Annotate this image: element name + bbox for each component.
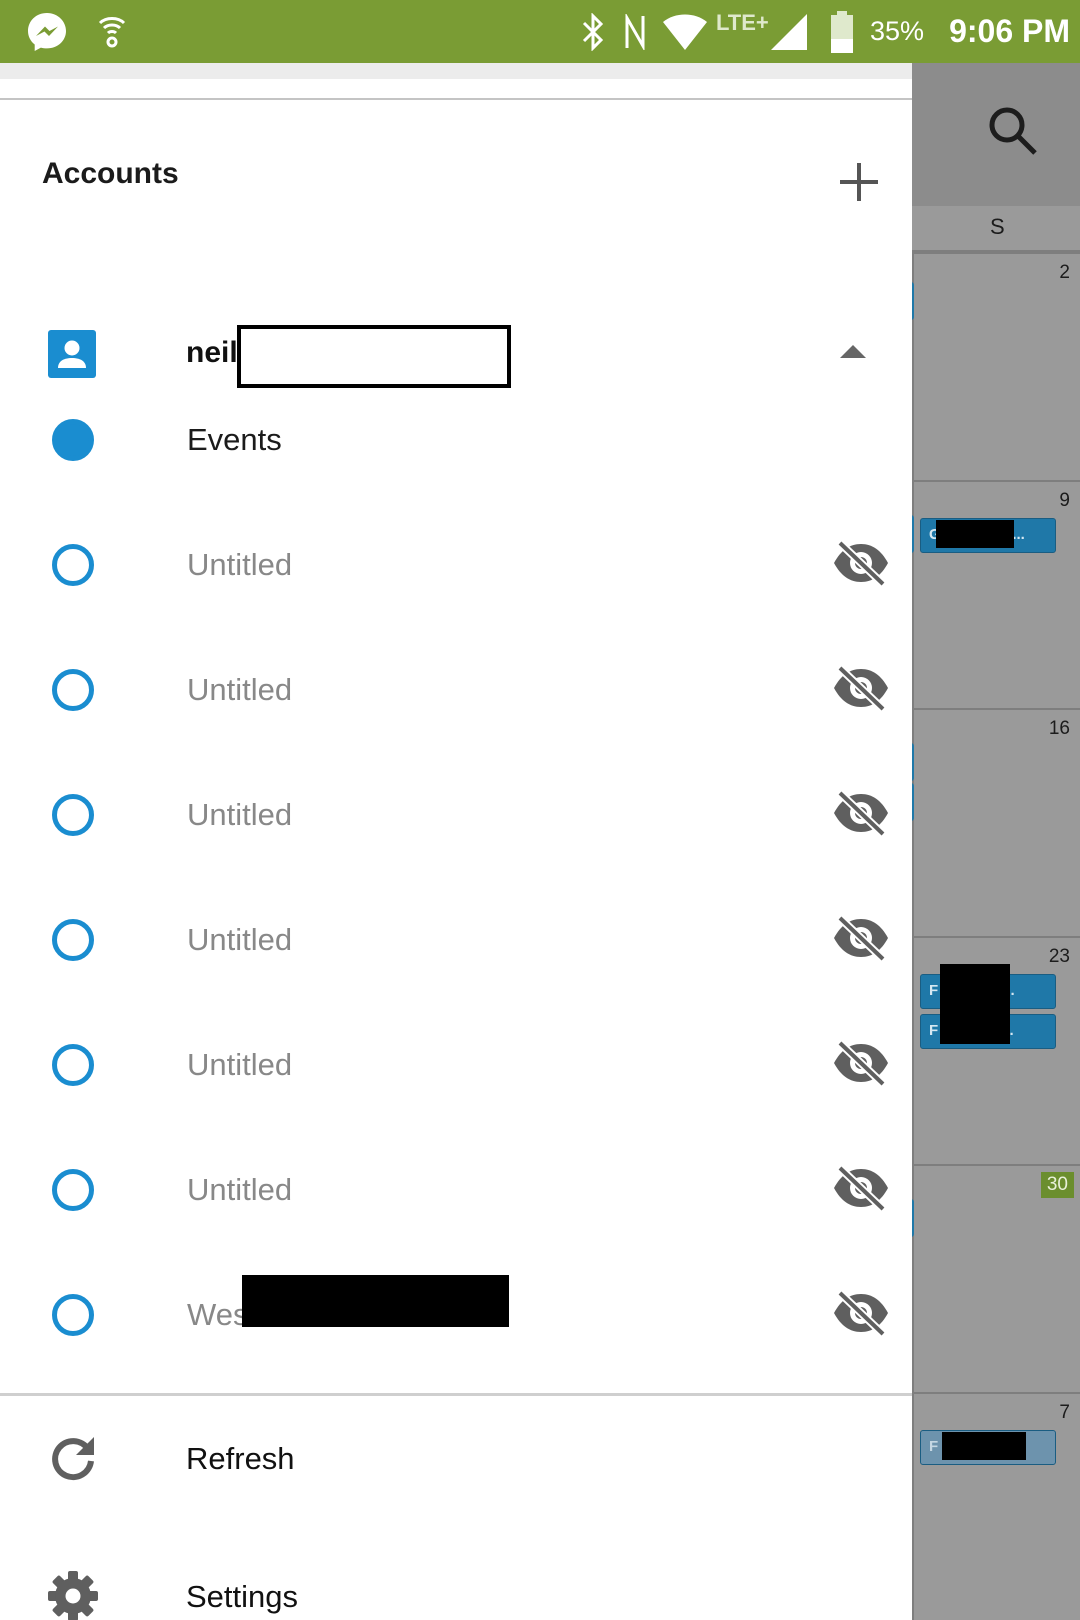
refresh-icon bbox=[45, 1430, 101, 1486]
network-type: LTE+ bbox=[716, 10, 769, 35]
messenger-icon bbox=[22, 0, 72, 63]
calendar-color-dot[interactable] bbox=[52, 794, 94, 836]
visibility-off-icon[interactable] bbox=[830, 657, 892, 719]
visibility-off-icon[interactable] bbox=[830, 1032, 892, 1094]
calendar-color-dot[interactable] bbox=[52, 1044, 94, 1086]
battery-percent: 35% bbox=[870, 16, 925, 46]
day-number: 7 bbox=[1059, 1402, 1070, 1423]
calendar-day-cell[interactable]: 9 G ni... bbox=[912, 480, 1080, 708]
day-number: 9 bbox=[1059, 490, 1070, 511]
calendar-label: Untitled bbox=[187, 672, 293, 707]
day-number: 2 bbox=[1059, 262, 1070, 283]
calendar-label: Untitled bbox=[187, 1047, 293, 1082]
calendar-color-dot[interactable] bbox=[52, 1294, 94, 1336]
calendar-item[interactable]: Untitled bbox=[0, 628, 912, 748]
calendar-item-events[interactable]: Events bbox=[0, 378, 912, 498]
plus-icon bbox=[840, 163, 878, 201]
drawer-header-strip bbox=[0, 63, 912, 79]
day-number: 16 bbox=[1048, 718, 1070, 739]
calendar-day-cell[interactable]: 2 bbox=[912, 252, 1080, 480]
refresh-menu-item[interactable]: Refresh bbox=[0, 1403, 912, 1513]
cell-signal-icon bbox=[768, 0, 810, 63]
settings-menu-item[interactable]: Settings bbox=[0, 1541, 912, 1620]
status-bar: LTE+ 35% 9:06 PM bbox=[0, 0, 1080, 63]
battery-icon bbox=[828, 0, 856, 63]
refresh-label: Refresh bbox=[186, 1441, 295, 1476]
divider bbox=[0, 98, 912, 100]
visibility-off-icon[interactable] bbox=[830, 1157, 892, 1219]
calendar-label: Wes bbox=[187, 1297, 249, 1332]
accounts-title: Accounts bbox=[42, 157, 179, 190]
calendar-label: Events bbox=[187, 422, 282, 457]
account-name: neil bbox=[186, 336, 238, 369]
redaction bbox=[940, 964, 1010, 1044]
calendar-color-dot[interactable] bbox=[52, 919, 94, 961]
calendar-item[interactable]: Wes bbox=[0, 1253, 912, 1373]
calendar-day-cell[interactable]: 23 F Wi... F To... bbox=[912, 936, 1080, 1164]
calendar-item[interactable]: Untitled bbox=[0, 1128, 912, 1248]
account-box-icon bbox=[48, 330, 96, 378]
arrow-drop-up-icon[interactable] bbox=[838, 342, 874, 368]
visibility-off-icon[interactable] bbox=[830, 1282, 892, 1344]
calendar-item[interactable]: Untitled bbox=[0, 878, 912, 998]
add-account-button[interactable] bbox=[828, 151, 890, 213]
gear-icon bbox=[45, 1568, 101, 1620]
nfc-icon bbox=[620, 0, 650, 63]
calendar-item[interactable]: Untitled bbox=[0, 753, 912, 873]
calendar-day-cell[interactable]: 30 bbox=[912, 1164, 1080, 1392]
calendar-label: Untitled bbox=[187, 547, 293, 582]
calendar-color-dot[interactable] bbox=[52, 544, 94, 586]
calendar-color-dot[interactable] bbox=[52, 1169, 94, 1211]
clock: 9:06 PM bbox=[949, 13, 1070, 49]
bluetooth-icon bbox=[578, 0, 608, 63]
calendar-day-cell[interactable]: 16 bbox=[912, 708, 1080, 936]
day-number: 23 bbox=[1048, 946, 1070, 967]
calendar-item[interactable]: Untitled bbox=[0, 1003, 912, 1123]
wifi-icon bbox=[660, 0, 710, 63]
visibility-off-icon[interactable] bbox=[830, 532, 892, 594]
visibility-off-icon[interactable] bbox=[830, 782, 892, 844]
calendar-color-dot[interactable] bbox=[52, 419, 94, 461]
navigation-drawer: Accounts neil Events Untitled Untitled U… bbox=[0, 63, 912, 1620]
redaction bbox=[242, 1275, 509, 1327]
today-day-number: 30 bbox=[1040, 1172, 1074, 1198]
calendar-label: Untitled bbox=[187, 922, 293, 957]
calendar-day-cell[interactable]: 7 F T... bbox=[912, 1392, 1080, 1620]
calendar-label: Untitled bbox=[187, 797, 293, 832]
redaction bbox=[942, 1432, 1026, 1460]
wifi-hotspot-icon bbox=[94, 0, 130, 63]
settings-label: Settings bbox=[186, 1579, 299, 1614]
visibility-off-icon[interactable] bbox=[830, 907, 892, 969]
calendar-item[interactable]: Untitled bbox=[0, 503, 912, 623]
search-icon[interactable] bbox=[985, 103, 1045, 163]
calendar-color-dot[interactable] bbox=[52, 669, 94, 711]
weekday-label: S bbox=[990, 214, 1005, 239]
calendar-label: Untitled bbox=[187, 1172, 293, 1207]
divider bbox=[0, 1393, 912, 1396]
redaction bbox=[936, 520, 1014, 548]
